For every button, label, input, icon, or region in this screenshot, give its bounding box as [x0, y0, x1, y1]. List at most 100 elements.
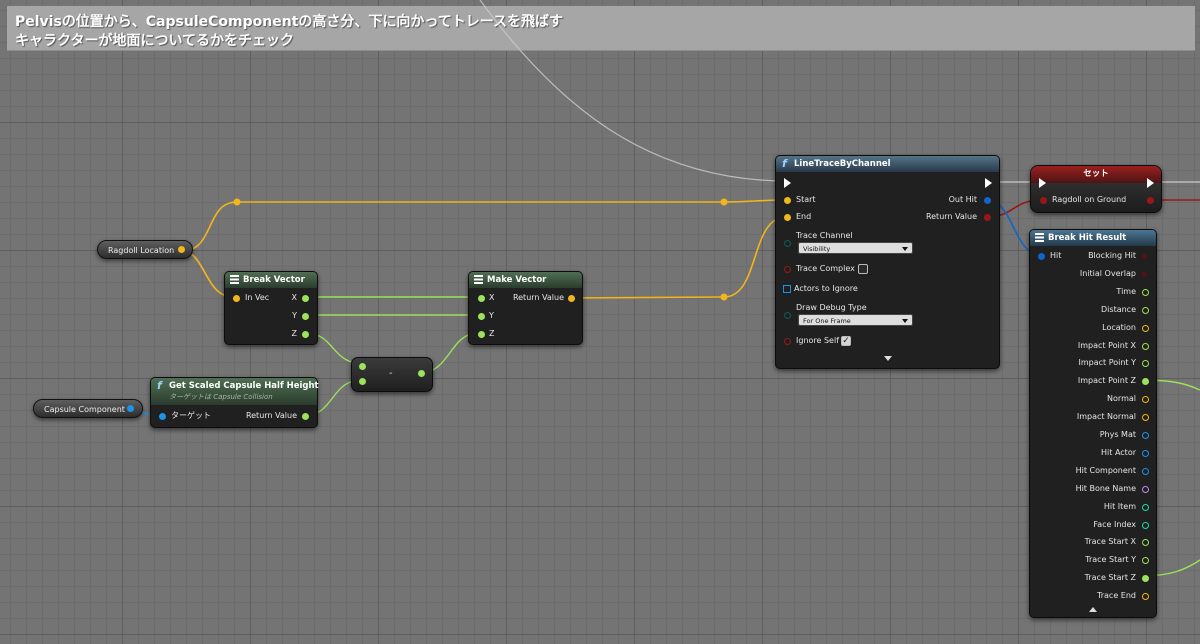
hit-label: Hit [1050, 251, 1062, 260]
start-label: Start [796, 195, 816, 204]
trace-complex-checkbox[interactable] [858, 264, 868, 274]
break-z-label: Z [291, 329, 297, 338]
make-z-label: Z [489, 329, 495, 338]
set-input-pin[interactable] [1040, 197, 1047, 204]
collapse-arrow-icon[interactable] [1089, 607, 1097, 612]
break-hit-output-label: Trace End [1097, 591, 1136, 601]
get-scaled-return-label: Return Value [245, 411, 297, 420]
break-hit-output-label: Hit Bone Name [1075, 483, 1136, 493]
draw-debug-type-dropdown[interactable]: For One Frame [798, 314, 913, 326]
get-scaled-capsule-half-height-node[interactable]: f Get Scaled Capsule Half Height ターゲットは … [150, 377, 319, 428]
break-hit-result-node[interactable]: Break Hit Result Hit Blocking Hit Initial… [1029, 229, 1157, 618]
trace-channel-dropdown[interactable]: Visibility [798, 242, 913, 254]
out-hit-label: Out Hit [948, 195, 977, 204]
trace-channel-pin[interactable] [784, 240, 791, 247]
subtract-input-a-pin[interactable] [359, 363, 366, 370]
ragdoll-location-output-pin[interactable] [178, 246, 185, 253]
break-hit-output-label: Trace Start Y [1085, 555, 1136, 565]
break-x-label: X [291, 293, 297, 302]
break-hit-output-pin[interactable] [1142, 485, 1149, 493]
make-return-pin[interactable] [568, 295, 575, 302]
break-vector-node[interactable]: Break Vector In Vec X Y Z [224, 271, 318, 345]
make-vector-node[interactable]: Make Vector X Y Z Return Value [468, 271, 583, 345]
trace-return-pin[interactable] [984, 214, 991, 221]
break-vector-header: Break Vector [225, 272, 317, 288]
set-exec-output-pin[interactable] [1147, 178, 1154, 188]
line-trace-by-channel-node[interactable]: f LineTraceByChannel Start End Trace Cha… [775, 155, 1000, 369]
get-scaled-return-pin[interactable] [302, 413, 309, 420]
ragdoll-location-getter[interactable]: Ragdoll Location [97, 240, 193, 259]
ignore-self-pin[interactable] [784, 338, 791, 345]
break-hit-output-pin[interactable] [1142, 396, 1149, 404]
struct-icon [230, 275, 239, 284]
break-hit-output-label: Hit Component [1075, 465, 1136, 475]
set-ragdoll-on-ground-node[interactable]: セット Ragdoll on Ground [1030, 165, 1162, 213]
break-hit-output-pin[interactable] [1142, 503, 1149, 511]
reroute-dot[interactable] [720, 198, 728, 206]
out-hit-pin[interactable] [984, 197, 991, 204]
break-hit-output-pin[interactable] [1142, 324, 1149, 332]
break-y-label: Y [292, 311, 297, 320]
reroute-dot[interactable] [233, 198, 241, 206]
break-hit-output-pin[interactable] [1142, 360, 1149, 368]
break-hit-output-pin[interactable] [1142, 467, 1149, 475]
break-y-pin[interactable] [302, 313, 309, 320]
set-header: セット [1031, 166, 1161, 183]
subtract-input-b-pin[interactable] [359, 378, 366, 385]
make-vector-header: Make Vector [469, 272, 582, 288]
subtract-node[interactable]: - [351, 357, 433, 392]
break-hit-output-pin[interactable] [1142, 271, 1147, 277]
break-hit-output-pin[interactable] [1142, 288, 1149, 296]
break-z-pin[interactable] [302, 331, 309, 338]
break-hit-output-pin[interactable] [1142, 539, 1149, 547]
break-hit-output-pin[interactable] [1142, 378, 1149, 386]
make-x-pin[interactable] [478, 295, 485, 302]
expand-arrow-icon[interactable] [884, 356, 892, 361]
exec-output-pin[interactable] [985, 178, 992, 188]
make-y-label: Y [489, 311, 494, 320]
actors-to-ignore-label: Actors to Ignore [794, 284, 858, 293]
break-hit-output-label: Time [1116, 286, 1136, 296]
break-hit-output-pin[interactable] [1142, 432, 1149, 439]
make-z-pin[interactable] [478, 331, 485, 338]
break-x-pin[interactable] [302, 295, 309, 302]
target-label: ターゲット [171, 411, 211, 420]
break-hit-output-pin[interactable] [1142, 414, 1149, 422]
break-hit-output-pin[interactable] [1142, 342, 1149, 350]
in-vec-pin[interactable] [233, 295, 240, 302]
break-hit-output-pin[interactable] [1142, 593, 1149, 601]
target-pin[interactable] [159, 413, 166, 420]
subtract-symbol: - [389, 368, 393, 379]
set-exec-input-pin[interactable] [1039, 178, 1046, 188]
end-pin[interactable] [784, 214, 791, 221]
break-hit-output-label: Distance [1101, 304, 1136, 314]
ignore-self-checkbox[interactable]: ✓ [841, 336, 851, 346]
wire-makevector-to-end [567, 216, 787, 299]
trace-return-label: Return Value [925, 212, 977, 221]
struct-icon [1035, 233, 1044, 242]
break-hit-output-pin[interactable] [1142, 557, 1149, 565]
line-trace-header: f LineTraceByChannel [776, 156, 999, 172]
subtract-output-pin[interactable] [418, 370, 425, 377]
break-hit-output-pin[interactable] [1142, 521, 1149, 529]
make-vector-title: Make Vector [487, 275, 547, 285]
capsule-component-output-pin[interactable] [127, 405, 134, 412]
reroute-dot[interactable] [720, 293, 728, 301]
make-y-pin[interactable] [478, 313, 485, 320]
capsule-component-getter[interactable]: Capsule Component [33, 399, 143, 418]
trace-complex-pin[interactable] [784, 266, 791, 273]
break-hit-output-pin[interactable] [1142, 254, 1147, 259]
line-trace-title: LineTraceByChannel [794, 159, 891, 169]
exec-input-pin[interactable] [784, 178, 791, 188]
break-hit-output-pin[interactable] [1142, 306, 1149, 314]
start-pin[interactable] [784, 197, 791, 204]
break-hit-output-pin[interactable] [1142, 575, 1149, 583]
break-hit-output-label: Hit Item [1103, 501, 1136, 511]
break-hit-output-pin[interactable] [1142, 449, 1149, 457]
hit-input-pin[interactable] [1038, 253, 1045, 260]
set-title: セット [1083, 169, 1109, 179]
array-icon[interactable] [783, 285, 791, 293]
draw-debug-type-pin[interactable] [784, 312, 791, 319]
ignore-self-label: Ignore Self [796, 336, 840, 345]
set-output-pin[interactable] [1147, 197, 1154, 204]
